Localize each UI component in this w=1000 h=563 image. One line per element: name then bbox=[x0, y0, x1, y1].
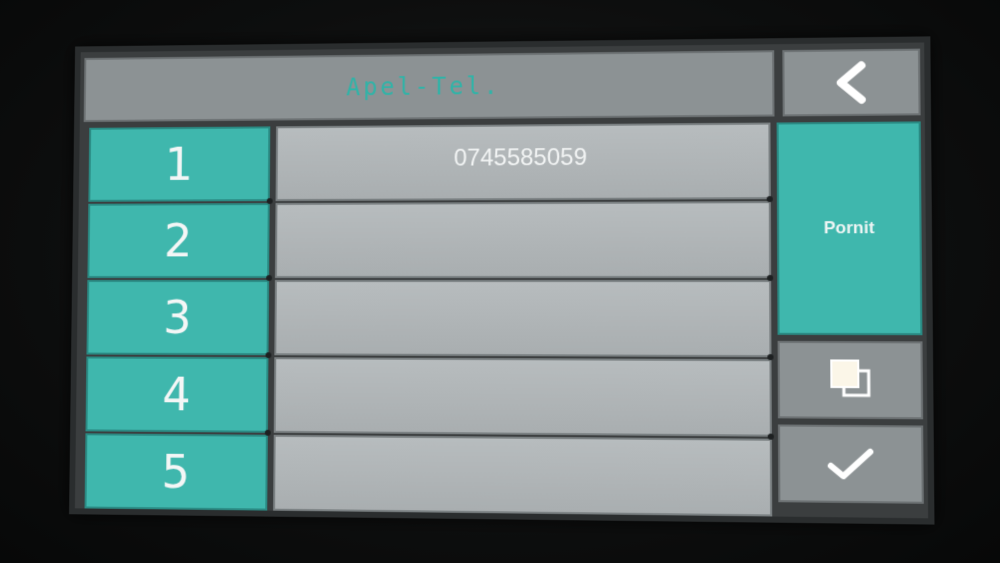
row-index-button[interactable]: 1 bbox=[88, 126, 271, 202]
screen-area: Apel-Tel. 1 0745585059 2 3 4 5 Pornit bbox=[74, 42, 929, 519]
row-index-button[interactable]: 5 bbox=[84, 433, 268, 511]
start-button[interactable]: Pornit bbox=[776, 121, 923, 336]
divider-dot bbox=[264, 429, 271, 436]
page-title: Apel-Tel. bbox=[346, 72, 501, 102]
chevron-left-icon bbox=[831, 59, 872, 106]
row-index-button[interactable]: 3 bbox=[86, 279, 270, 356]
list-item: 2 bbox=[87, 201, 772, 279]
phone-number-list: 1 0745585059 2 3 4 5 bbox=[84, 122, 774, 517]
row-index-button[interactable]: 2 bbox=[87, 203, 270, 279]
phone-number-field[interactable] bbox=[273, 434, 773, 517]
back-button[interactable] bbox=[782, 48, 921, 117]
divider-dot bbox=[767, 433, 774, 440]
divider-dot bbox=[265, 352, 272, 359]
phone-number-field[interactable] bbox=[274, 279, 772, 358]
phone-number-field[interactable] bbox=[273, 357, 772, 437]
list-item: 4 bbox=[85, 356, 772, 437]
divider-dot bbox=[767, 274, 774, 282]
side-panel: Pornit bbox=[776, 121, 924, 504]
row-index-button[interactable]: 4 bbox=[85, 356, 269, 433]
divider-dot bbox=[767, 354, 774, 361]
touch-screen: Apel-Tel. 1 0745585059 2 3 4 5 Pornit bbox=[69, 36, 935, 525]
copy-icon bbox=[825, 356, 875, 403]
divider-dot bbox=[766, 196, 773, 203]
list-item: 5 bbox=[84, 433, 773, 517]
checkmark-icon bbox=[825, 443, 877, 485]
title-bar: Apel-Tel. bbox=[83, 50, 775, 123]
list-item: 3 bbox=[86, 279, 772, 358]
confirm-button[interactable] bbox=[777, 424, 924, 504]
phone-number-field[interactable] bbox=[274, 201, 772, 279]
divider-dot bbox=[266, 275, 273, 281]
list-item: 1 0745585059 bbox=[88, 122, 771, 202]
divider-dot bbox=[266, 198, 273, 205]
phone-number-field[interactable]: 0745585059 bbox=[275, 122, 771, 202]
copy-button[interactable] bbox=[777, 340, 924, 420]
